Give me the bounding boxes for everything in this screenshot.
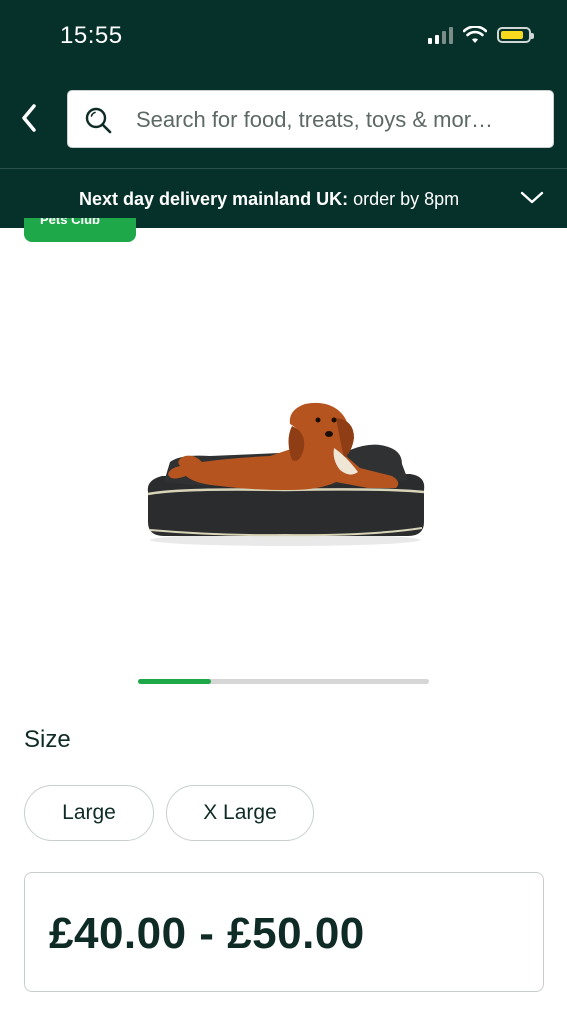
delivery-bold-text: Next day delivery mainland UK: — [79, 189, 349, 209]
badge-label: Pets Club — [40, 218, 100, 227]
status-time: 15:55 — [60, 22, 123, 49]
wifi-icon — [463, 26, 487, 43]
delivery-cutoff-text: order by 8pm — [348, 189, 460, 209]
search-icon — [85, 107, 112, 134]
price-box: £40.00 - £50.00 — [24, 872, 544, 992]
search-bar[interactable] — [67, 90, 554, 149]
chevron-down-icon[interactable] — [520, 191, 544, 205]
pets-club-badge: Pets Club — [24, 218, 136, 242]
app-header: 15:55 Next day delivery mainland UK: ord… — [0, 0, 567, 228]
back-button[interactable] — [14, 98, 44, 138]
carousel-progress — [138, 679, 211, 684]
product-image[interactable] — [140, 390, 430, 550]
size-label: Size — [24, 726, 71, 753]
signal-icon — [428, 26, 453, 44]
search-input[interactable] — [134, 91, 548, 149]
delivery-text: Next day delivery mainland UK: order by … — [79, 189, 459, 210]
battery-icon — [497, 27, 534, 43]
price-range: £40.00 - £50.00 — [49, 909, 365, 958]
status-icons — [428, 26, 534, 44]
image-carousel-indicator[interactable] — [138, 679, 429, 684]
back-chevron-icon — [22, 104, 36, 132]
size-option-large[interactable]: Large — [24, 785, 154, 841]
size-option-x-large[interactable]: X Large — [166, 785, 314, 841]
